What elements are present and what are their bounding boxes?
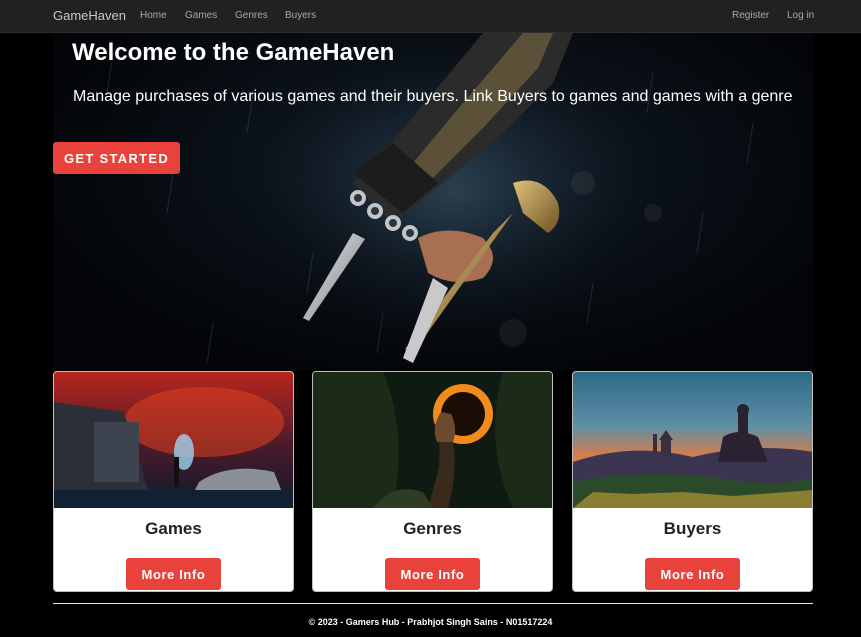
- navbar: GameHaven Home Games Genres Buyers Regis…: [0, 0, 861, 33]
- register-link[interactable]: Register: [732, 10, 769, 21]
- login-link[interactable]: Log in: [787, 10, 814, 21]
- genres-card-image: [313, 372, 552, 508]
- get-started-button[interactable]: GET STARTED: [53, 142, 180, 174]
- footer-copyright: © 2023 - Gamers Hub - Prabhjot Singh Sai…: [308, 617, 553, 627]
- hero-title: Welcome to the GameHaven: [72, 39, 395, 66]
- nav-link-genres[interactable]: Genres: [235, 10, 268, 21]
- nav-link-games[interactable]: Games: [185, 10, 217, 21]
- hero-subtitle: Manage purchases of various games and th…: [73, 88, 793, 105]
- genres-card: Genres More Info: [312, 371, 553, 592]
- buyers-card: Buyers More Info: [572, 371, 813, 592]
- hero-background-image: [106, 33, 754, 364]
- games-card: Games More Info: [53, 371, 294, 592]
- games-more-info-button[interactable]: More Info: [126, 558, 221, 590]
- hero-banner: Welcome to the GameHaven Manage purchase…: [53, 33, 813, 370]
- footer-divider: [53, 603, 813, 604]
- games-card-title: Games: [145, 519, 202, 538]
- buyers-card-image: [573, 372, 812, 508]
- games-card-image: [54, 372, 293, 508]
- buyers-more-info-button[interactable]: More Info: [645, 558, 740, 590]
- genres-more-info-button[interactable]: More Info: [385, 558, 480, 590]
- genres-card-title: Genres: [403, 519, 462, 538]
- buyers-card-title: Buyers: [663, 519, 722, 538]
- nav-link-home[interactable]: Home: [140, 10, 167, 21]
- brand-link[interactable]: GameHaven: [53, 8, 126, 23]
- nav-link-buyers[interactable]: Buyers: [285, 10, 316, 21]
